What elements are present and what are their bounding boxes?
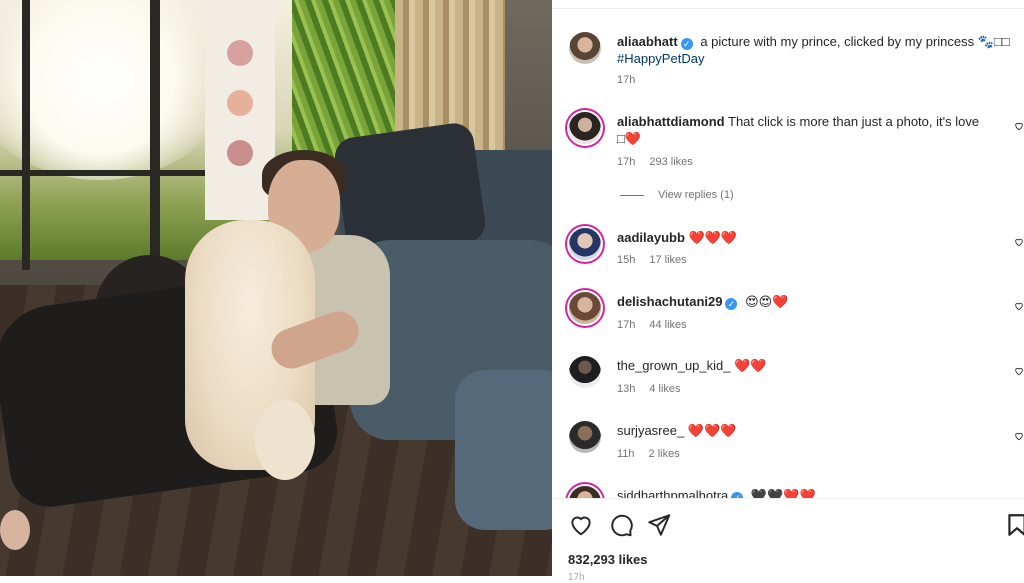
comment-like-heart-icon[interactable] (1014, 366, 1024, 376)
comment-text: ❤️❤️ (734, 358, 767, 373)
comments-panel: aliaabhatt ✓ a picture with my prince, cl… (552, 0, 1024, 583)
comment-like-heart-icon[interactable] (1014, 431, 1024, 441)
cat-tail (255, 400, 315, 480)
person-foot (0, 510, 30, 550)
divider (552, 498, 1024, 499)
comment-3: delishachutani29 ✓ 😍😍❤️ (617, 293, 788, 311)
commenter-avatar[interactable] (569, 486, 601, 498)
comment-text: That click is more than just a photo, it… (728, 114, 980, 129)
comment-time: 15h (617, 254, 636, 266)
commenter-avatar[interactable] (569, 356, 601, 388)
caption: aliaabhatt ✓ a picture with my prince, cl… (617, 33, 1010, 51)
comment-likes[interactable]: 44 likes (649, 319, 686, 331)
comment-5-meta: 11h 2 likes (617, 448, 680, 460)
comment-likes[interactable]: 17 likes (649, 254, 686, 266)
comment-text: 🖤🖤❤️❤️ (750, 488, 816, 498)
comment-likes[interactable]: 4 likes (649, 383, 680, 395)
commenter-avatar[interactable] (569, 112, 601, 144)
comment-like-heart-icon[interactable] (1014, 121, 1024, 131)
comment-text: ❤️❤️❤️ (688, 230, 738, 245)
caption-text: a picture with my prince, clicked by my … (700, 34, 975, 49)
comment-text: 😍😍❤️ (745, 294, 789, 309)
post-date-truncated: 17h (568, 572, 585, 583)
comment-4: the_grown_up_kid_ ❤️❤️ (617, 357, 766, 375)
verified-badge-icon: ✓ (680, 38, 693, 50)
commenter-avatar[interactable] (569, 292, 601, 324)
author-username[interactable]: aliaabhatt (617, 34, 678, 49)
caption-emoji: 🐾□□ (977, 34, 1010, 49)
comment-like-heart-icon[interactable] (1014, 301, 1024, 311)
comment-1-text-cont: □❤️ (617, 131, 642, 146)
comment-time: 11h (617, 448, 635, 460)
divider (552, 8, 1024, 9)
window-frame (22, 0, 30, 270)
comment-6: siddharthpmalhotra ✓ 🖤🖤❤️❤️ (617, 487, 816, 498)
commenter-avatar[interactable] (569, 228, 601, 260)
comment-3-meta: 17h 44 likes (617, 319, 687, 331)
bookmark-icon[interactable] (1004, 512, 1024, 538)
likes-count[interactable]: 832,293 likes (568, 552, 648, 567)
commenter-avatar[interactable] (569, 421, 601, 453)
comment-like-heart-icon[interactable] (1014, 237, 1024, 247)
view-replies-link[interactable]: View replies (1) (620, 189, 734, 201)
post-photo[interactable] (0, 0, 552, 576)
window-frame (150, 0, 160, 270)
view-replies-label: View replies (1) (658, 189, 734, 201)
commenter-username[interactable]: the_grown_up_kid_ (617, 358, 730, 373)
hashtag-link[interactable]: #HappyPetDay (617, 51, 704, 66)
commenter-username[interactable]: surjyasree_ (617, 423, 684, 438)
comment-likes[interactable]: 293 likes (649, 156, 692, 168)
comment-2: aadilayubb ❤️❤️❤️ (617, 229, 737, 247)
author-avatar[interactable] (569, 32, 601, 64)
comment-1: aliabhattdiamond That click is more than… (617, 113, 979, 131)
comment-time: 17h (617, 156, 636, 168)
comment-2-meta: 15h 17 likes (617, 254, 687, 266)
comment-text: ❤️❤️❤️ (687, 423, 737, 438)
caption-time: 17h (617, 74, 636, 86)
comment-5: surjyasree_ ❤️❤️❤️ (617, 422, 736, 440)
comment-4-meta: 13h 4 likes (617, 383, 681, 395)
commenter-username[interactable]: aliabhattdiamond (617, 114, 725, 129)
comment-icon[interactable] (608, 512, 634, 538)
heart-icon[interactable] (568, 512, 594, 538)
sofa-arm (455, 370, 552, 530)
caption-hashtag-row: #HappyPetDay (617, 50, 704, 68)
comment-6-clip: siddharthpmalhotra ✓ 🖤🖤❤️❤️ (552, 480, 1024, 498)
comment-time: 13h (617, 383, 636, 395)
commenter-username[interactable]: siddharthpmalhotra (617, 488, 728, 498)
comment-likes[interactable]: 2 likes (649, 448, 680, 460)
comment-1-meta: 17h 293 likes (617, 156, 693, 168)
share-icon[interactable] (646, 512, 672, 538)
verified-badge-icon: ✓ (725, 298, 738, 310)
comment-time: 17h (617, 319, 636, 331)
commenter-username[interactable]: aadilayubb (617, 230, 685, 245)
commenter-username[interactable]: delishachutani29 (617, 294, 722, 309)
